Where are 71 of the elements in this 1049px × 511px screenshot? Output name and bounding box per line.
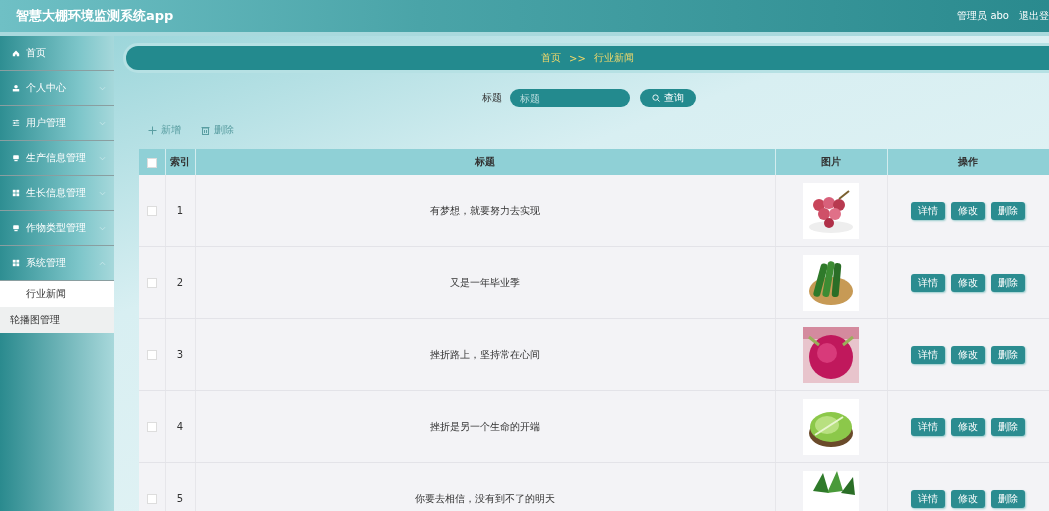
row-action-button[interactable]: 详情: [911, 273, 945, 292]
table-cell: 1: [176, 205, 184, 216]
table-cell: 3: [176, 349, 184, 360]
sidebar-item[interactable]: 生产信息管理: [0, 141, 114, 176]
title-search-field[interactable]: 标题: [509, 89, 630, 107]
sidebar-item[interactable]: 个人中心: [0, 71, 114, 106]
chevron-icon: [99, 155, 106, 161]
sidebar-item[interactable]: 生长信息管理: [0, 176, 114, 211]
monitor-icon: [12, 224, 20, 232]
sidebar-item[interactable]: 作物类型管理: [0, 211, 114, 246]
row-action-button[interactable]: 修改: [951, 201, 985, 220]
table-cell: 挫折路上，坚持常在心间: [430, 348, 540, 360]
row-action-button[interactable]: 删除: [991, 201, 1025, 220]
row-checkbox[interactable]: [146, 278, 157, 288]
table-cell: 有梦想，就要努力去实现: [430, 204, 540, 216]
grid-icon: [12, 259, 20, 267]
user-label: 管理员 abo: [957, 9, 1009, 23]
row-checkbox[interactable]: [146, 422, 157, 432]
breadcrumb-link[interactable]: 首页: [541, 51, 562, 65]
column-header: 索引: [170, 156, 190, 167]
column-header: 操作: [958, 156, 978, 167]
search-icon: [651, 94, 660, 102]
chevron-icon: [99, 85, 106, 91]
row-checkbox[interactable]: [146, 206, 157, 216]
sidebar-item[interactable]: 用户管理: [0, 106, 114, 141]
row-action-button[interactable]: 修改: [951, 417, 985, 436]
table-cell: 5: [176, 493, 184, 504]
sidebar-item[interactable]: 系统管理: [0, 246, 114, 281]
table-cell: 你要去相信，没有到不了的明天: [415, 492, 555, 504]
row-checkbox[interactable]: [146, 350, 157, 360]
chevron-icon: [99, 260, 106, 266]
logout-link[interactable]: 退出登: [1019, 9, 1049, 23]
plus-icon: [148, 125, 157, 135]
breadcrumb-separator: >>: [569, 52, 586, 64]
row-action-button[interactable]: 修改: [951, 489, 985, 508]
table-cell: 又是一年毕业季: [450, 276, 520, 288]
submenu-item[interactable]: 行业新闻: [0, 281, 114, 307]
delete-button[interactable]: 删除: [201, 123, 234, 137]
row-action-button[interactable]: 详情: [911, 345, 945, 364]
table-cell: 2: [176, 277, 184, 288]
row-action-button[interactable]: 删除: [991, 489, 1025, 508]
grid-icon: [12, 189, 20, 197]
chevron-icon: [99, 190, 106, 196]
user-icon: [12, 84, 20, 92]
breadcrumb-link[interactable]: 行业新闻: [593, 51, 634, 65]
sliders-icon: [12, 119, 20, 127]
search-label: 标题: [481, 91, 502, 105]
monitor-icon: [12, 154, 20, 162]
app-title: 智慧大棚环境监测系统app: [16, 7, 175, 25]
row-action-button[interactable]: 删除: [991, 345, 1025, 364]
select-all-checkbox[interactable]: [146, 157, 157, 168]
row-action-button[interactable]: 详情: [911, 417, 945, 436]
search-button[interactable]: 查询: [639, 89, 696, 107]
column-header: 图片: [821, 156, 841, 167]
submenu-item[interactable]: 轮播图管理: [0, 307, 114, 333]
row-action-button[interactable]: 详情: [911, 201, 945, 220]
home-icon: [12, 49, 20, 57]
row-action-button[interactable]: 详情: [911, 489, 945, 508]
table-cell: 4: [176, 421, 184, 432]
row-action-button[interactable]: 修改: [951, 273, 985, 292]
column-header: 标题: [475, 156, 495, 167]
row-action-button[interactable]: 删除: [991, 273, 1025, 292]
row-checkbox[interactable]: [146, 494, 157, 504]
chevron-icon: [99, 225, 106, 231]
sidebar-item[interactable]: 首页: [0, 36, 114, 71]
row-action-button[interactable]: 删除: [991, 417, 1025, 436]
row-action-button[interactable]: 修改: [951, 345, 985, 364]
add-button[interactable]: 新增: [148, 123, 181, 137]
chevron-icon: [99, 120, 106, 126]
trash-icon: [201, 125, 210, 135]
table-cell: 挫折是另一个生命的开端: [430, 420, 540, 432]
